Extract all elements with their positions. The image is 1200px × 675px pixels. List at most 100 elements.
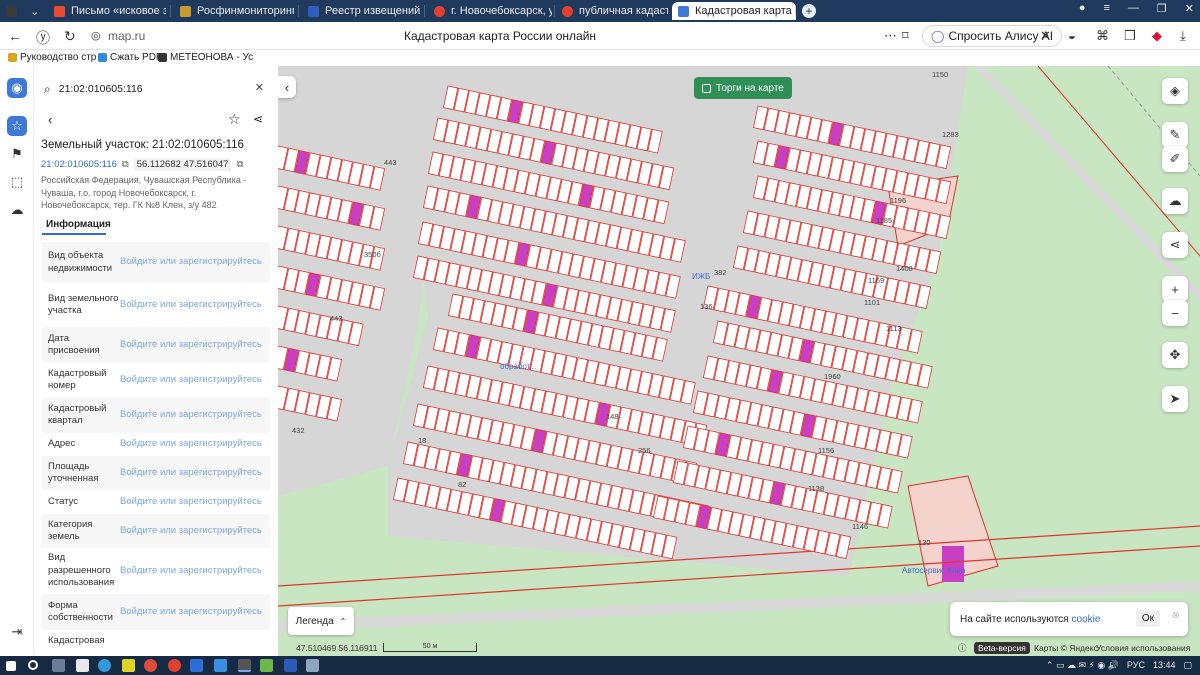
new-tab-button[interactable]: + [800, 2, 816, 20]
login-link[interactable]: Войдите или зарегистрируйтесь [120, 565, 262, 578]
yandex-icon[interactable] [168, 659, 181, 672]
checkbox-icon[interactable] [702, 83, 711, 93]
favorite-star-icon[interactable]: ☆ [228, 111, 241, 128]
collapse-panel-button[interactable]: ‹ [278, 76, 296, 98]
login-link[interactable]: Войдите или зарегистрируйтесь [120, 374, 262, 387]
auctions-toggle[interactable]: Торги на карте [694, 77, 792, 99]
profile-icon[interactable]: ● [1079, 2, 1086, 15]
extensions-icon[interactable]: ⌘ [1096, 28, 1109, 44]
menu-icon[interactable]: ≡ [1103, 2, 1109, 15]
route-icon[interactable]: ⚑ [7, 144, 27, 164]
tab-list-icon[interactable]: ⌄ [24, 2, 44, 20]
share-icon[interactable]: ⋖ [253, 112, 263, 126]
tab-4[interactable]: публичная кадастровая [556, 2, 668, 20]
tab-5-active[interactable]: Кадастровая карта Ро✕ [672, 2, 796, 20]
beta-badge[interactable]: Beta-версия [974, 642, 1030, 654]
geolocation-icon[interactable]: ➤ [1162, 386, 1188, 412]
close-icon[interactable]: ⊗ [1172, 610, 1180, 621]
bookmark-item[interactable]: МЕТЕОНОВА - Ус [158, 52, 253, 63]
cloud-icon[interactable]: ☁ [7, 200, 27, 220]
highlight-parcel[interactable] [942, 546, 964, 582]
clear-icon[interactable]: ✕ [255, 81, 264, 94]
map-svg[interactable] [278, 66, 1200, 656]
poi-autoservice[interactable]: Автосервис Клен [902, 566, 965, 575]
login-link[interactable]: Войдите или зарегистрируйтесь [120, 525, 262, 538]
extension-icon[interactable]: ◒ [1068, 28, 1076, 43]
files-icon[interactable] [122, 659, 135, 672]
yandex-browser-icon[interactable] [238, 659, 251, 672]
legend-button[interactable]: Легенда ⌃ [288, 607, 354, 635]
back-icon[interactable]: ‹ [48, 112, 52, 127]
collections-icon[interactable]: ❒ [1124, 28, 1136, 44]
app-icon[interactable] [214, 659, 227, 672]
info-icon[interactable]: ⓘ [958, 642, 967, 654]
tab-0[interactable]: Письмо «исковое заявле [48, 2, 166, 20]
layers-icon[interactable]: ◈ [1162, 78, 1188, 104]
search-icon[interactable] [28, 660, 38, 670]
close-window-icon[interactable]: ✕ [1185, 2, 1194, 15]
cookie-ok-button[interactable]: Ок [1135, 610, 1160, 627]
calculator-icon[interactable] [306, 659, 319, 672]
login-link[interactable]: Войдите или зарегистрируйтесь [120, 467, 262, 480]
more-icon[interactable]: ⋯ [884, 28, 897, 44]
login-link[interactable]: Войдите или зарегистрируйтесь [120, 256, 262, 269]
map-canvas[interactable]: Торги на карте ‹ ◈ ✎ ✐ ☁ ⋖ + − ✥ ➤ ИЖБ о… [278, 66, 1200, 656]
terms-link[interactable]: Условия использования [1096, 643, 1190, 653]
telegram-icon[interactable] [190, 659, 203, 672]
tab-3[interactable]: г. Новочебоксарск, ул. 10 [428, 2, 552, 20]
login-link[interactable]: Войдите или зарегистрируйтесь [120, 299, 262, 312]
coords-value[interactable]: 56.112682 47.516047 [133, 158, 232, 171]
star-icon[interactable]: ☆ [7, 116, 27, 136]
tab-1[interactable]: Росфинмониторинг [174, 2, 294, 20]
search-input[interactable]: 21:02:010605:116 [59, 83, 143, 95]
extension-icon[interactable]: ✕ [1040, 28, 1051, 44]
explorer-icon[interactable] [76, 659, 89, 672]
pan-icon[interactable]: ✥ [1162, 342, 1188, 368]
copy-icon[interactable]: ⧉ [236, 159, 243, 170]
bookmark-icon[interactable]: ⌑ [902, 28, 909, 44]
login-link[interactable]: Войдите или зарегистрируйтесь [120, 409, 262, 422]
search-box[interactable]: ⌕ 21:02:010605:116 ✕ [44, 78, 270, 100]
plot-number: 1156 [818, 446, 835, 455]
notification-icon[interactable]: ▢ [1183, 660, 1192, 671]
tab-information[interactable]: Информация [46, 219, 111, 230]
bookmark-item[interactable]: Руководство стр [8, 52, 96, 63]
word-icon[interactable] [284, 659, 297, 672]
property-row: Вид разрешенного использования Войдите ил… [48, 552, 262, 589]
language-indicator[interactable]: РУС [1127, 660, 1145, 671]
edge-icon[interactable] [98, 659, 111, 672]
tab-2[interactable]: Реестр извещений [302, 2, 422, 20]
login-link[interactable]: Войдите или зарегистрируйтесь [120, 496, 262, 509]
minimize-icon[interactable]: — [1128, 2, 1139, 15]
edit-icon[interactable]: ✐ [1162, 146, 1188, 172]
copy-icon[interactable]: ⧉ [122, 159, 129, 170]
zoom-out-icon[interactable]: − [1162, 300, 1188, 326]
select-area-icon[interactable]: ⬚ [7, 172, 27, 192]
tray-icons[interactable]: ⌃ ▭ ☁ ✉ ⚡ ◉ 🔊 [1046, 660, 1119, 671]
logo-icon[interactable]: ◉ [7, 78, 27, 98]
login-link[interactable]: Войдите или зарегистрируйтесь [120, 339, 262, 352]
ruler-icon[interactable]: ✎ [1162, 122, 1188, 148]
login-icon[interactable]: ⇥ [7, 622, 27, 642]
poi-label[interactable]: ИЖБ [692, 272, 710, 281]
maximize-icon[interactable]: ❐ [1157, 2, 1167, 15]
poi-label[interactable]: обработ... [500, 362, 536, 371]
excel-icon[interactable] [260, 659, 273, 672]
cadastral-link[interactable]: 21:02:010605:116 [41, 159, 117, 170]
extension-badge-icon[interactable]: ◆ [1152, 28, 1162, 44]
clock[interactable]: 13:44 [1153, 660, 1176, 671]
browser-logo-icon[interactable] [0, 2, 22, 20]
share-icon[interactable]: ⋖ [1162, 232, 1188, 258]
taskview-icon[interactable] [52, 659, 65, 672]
download-icon[interactable]: ⤓ [1180, 28, 1186, 44]
cookie-link[interactable]: cookie [1072, 614, 1101, 625]
login-link[interactable]: Войдите или зарегистрируйтесь [120, 438, 262, 451]
copyright-text[interactable]: Карты © Яндекс [1034, 643, 1098, 653]
plot-number: 1146 [852, 522, 869, 531]
upload-cloud-icon[interactable]: ☁ [1162, 188, 1188, 214]
bookmark-item[interactable]: Сжать PDF [98, 52, 162, 63]
zoom-in-icon[interactable]: + [1162, 276, 1188, 302]
login-link[interactable]: Войдите или зарегистрируйтесь [120, 606, 262, 619]
chrome-icon[interactable] [144, 659, 157, 672]
start-icon[interactable] [6, 661, 16, 671]
